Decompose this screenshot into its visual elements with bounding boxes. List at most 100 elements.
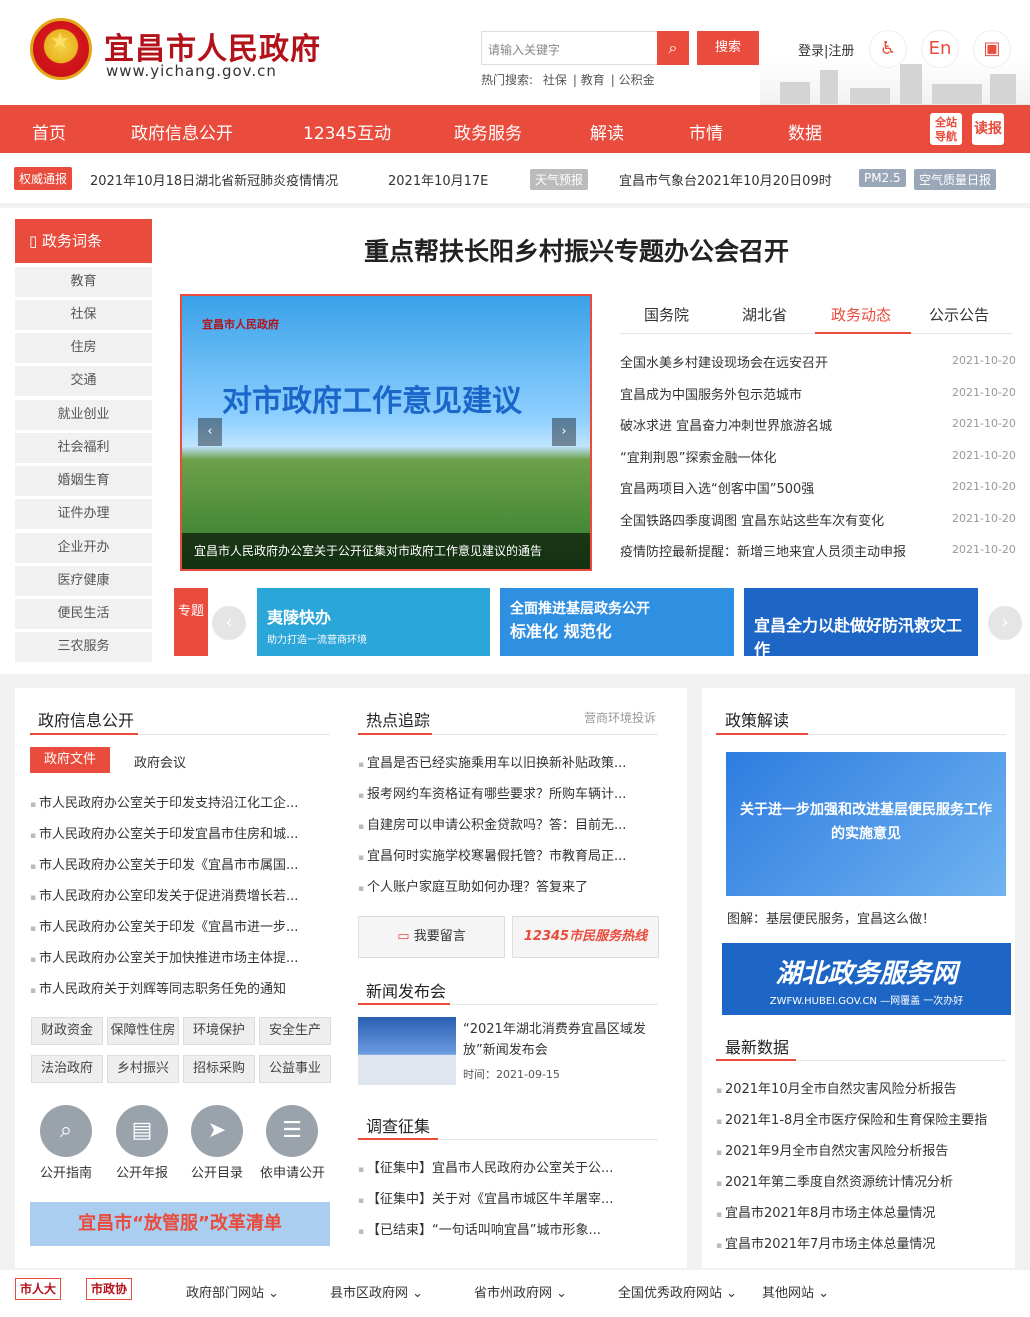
search-input[interactable]: 请输入关键字 — [481, 31, 657, 65]
hot-word[interactable]: 社保 — [543, 73, 567, 87]
search-icon[interactable]: ⌕ — [657, 31, 689, 65]
sidebar-item[interactable]: 就业创业 — [15, 400, 152, 430]
read-newspaper-button[interactable]: 读报 — [972, 113, 1004, 145]
topic-next-icon[interactable]: › — [988, 606, 1022, 640]
list-item[interactable]: 【征集中】宜昌市人民政府办公室关于公... — [358, 1157, 653, 1176]
catalog-label[interactable]: 公开目录 — [191, 1162, 243, 1181]
complaint-link[interactable]: 营商环境投诉 — [584, 709, 656, 726]
topic-banner[interactable]: 宜昌全力以赴做好防汛救灾工作 — [744, 588, 978, 659]
sidebar-item[interactable]: 婚姻生育 — [15, 466, 152, 496]
sidebar-item[interactable]: 证件办理 — [15, 499, 152, 529]
news-item[interactable]: 宜昌成为中国服务外包示范城市 — [620, 384, 802, 403]
category-tag[interactable]: 招标采购 — [183, 1055, 255, 1083]
sidebar-item[interactable]: 便民生活 — [15, 599, 152, 629]
category-tag[interactable]: 法治政府 — [31, 1055, 103, 1083]
list-item[interactable]: 市人民政府关于刘辉等同志职务任免的通知 — [30, 978, 325, 997]
catalog-icon[interactable]: ➤ — [191, 1105, 243, 1157]
sidebar-item[interactable]: 三农服务 — [15, 632, 152, 662]
site-nav-button[interactable]: 全站导航 — [930, 113, 962, 145]
hot-word[interactable]: 教育 — [581, 73, 605, 87]
topic-banner[interactable]: 夷陵快办 助力打造一流营商环境 — [257, 588, 490, 656]
tab-gov-news[interactable]: 政务动态 — [831, 304, 891, 325]
news-item[interactable]: 全国水美乡村建设现场会在远安召开 — [620, 352, 828, 371]
list-item[interactable]: 宜昌是否已经实施乘用车以旧换新补贴政策... — [358, 752, 653, 771]
apply-label[interactable]: 依申请公开 — [260, 1162, 325, 1181]
list-item[interactable]: 个人账户家庭互助如何办理？答复来了 — [358, 876, 653, 895]
list-item[interactable]: 2021年9月全市自然灾害风险分析报告 — [716, 1140, 1011, 1159]
footer-dropdown[interactable]: 全国优秀政府网站 ⌄ — [618, 1282, 737, 1301]
news-item[interactable]: 破冰求进 宜昌奋力冲刺世界旅游名城 — [620, 415, 832, 434]
list-item[interactable]: 市人民政府办公室关于加快推进市场主体提... — [30, 947, 325, 966]
list-item[interactable]: 2021年第二季度自然资源统计情况分析 — [716, 1171, 1011, 1190]
list-item[interactable]: 市人民政府办公室印发关于促进消费增长若... — [30, 885, 325, 904]
hubei-service-banner[interactable]: 湖北政务服务网 ZWFW.HUBEI.GOV.CN —网覆盖 一次办好 — [722, 943, 1011, 1015]
list-item[interactable]: 自建房可以申请公积金贷款吗？答：目前无... — [358, 814, 653, 833]
news-item[interactable]: 宜昌两项目入选“创客中国”500强 — [620, 478, 814, 497]
sidebar-item[interactable]: 社会福利 — [15, 433, 152, 463]
nav-data[interactable]: 数据 — [788, 119, 822, 144]
nav-city[interactable]: 市情 — [689, 119, 723, 144]
tab-gov-docs[interactable]: 政府文件 — [30, 747, 110, 773]
sidebar-item[interactable]: 交通 — [15, 366, 152, 396]
list-item[interactable]: 市人民政府办公室关于印发《宜昌市市属国... — [30, 854, 325, 873]
category-tag[interactable]: 环境保护 — [183, 1017, 255, 1045]
cppcc-logo[interactable]: 市政协 — [86, 1278, 133, 1300]
weather-text[interactable]: 宜昌市气象台2021年10月20日09时 — [619, 170, 832, 189]
annual-report-icon[interactable]: ▤ — [116, 1105, 168, 1157]
policy-graphic[interactable]: 关于进一步加强和改进基层便民服务工作的实施意见 — [726, 752, 1006, 896]
list-item[interactable]: 【已结束】“一句话叫响宜昌”城市形象... — [358, 1219, 653, 1238]
footer-dropdown[interactable]: 政府部门网站 ⌄ — [186, 1282, 279, 1301]
headline[interactable]: 重点帮扶长阳乡村振兴专题办公会召开 — [364, 232, 789, 268]
policy-caption[interactable]: 图解：基层便民服务，宜昌这么做！ — [727, 908, 935, 927]
news-item[interactable]: “宜荆荆恩”探索金融一体化 — [620, 447, 776, 466]
login-register-link[interactable]: 登录|注册 — [798, 40, 854, 59]
tab-notices[interactable]: 公示公告 — [929, 304, 989, 325]
tab-gov-meetings[interactable]: 政府会议 — [134, 752, 186, 771]
reform-list-banner[interactable]: 宜昌市“放管服”改革清单 — [30, 1202, 330, 1246]
list-item[interactable]: 2021年1-8月全市医疗保险和生育保险主要指 — [716, 1109, 1011, 1128]
list-item[interactable]: 宜昌市2021年8月市场主体总量情况 — [716, 1202, 1011, 1221]
air-quality-link[interactable]: 空气质量日报 — [914, 169, 997, 190]
category-tag[interactable]: 公益事业 — [259, 1055, 331, 1083]
guide-icon[interactable]: ⌕ — [40, 1105, 92, 1157]
sidebar-item[interactable]: 教育 — [15, 267, 152, 297]
accessibility-icon[interactable]: ♿ — [869, 30, 907, 68]
nav-interpretation[interactable]: 解读 — [590, 119, 624, 144]
leave-message-button[interactable]: ▭ 我要留言 — [358, 916, 505, 958]
sidebar-item[interactable]: 住房 — [15, 333, 152, 363]
npc-logo[interactable]: 市人大 — [15, 1278, 62, 1300]
carousel-caption[interactable]: 宜昌市人民政府办公室关于公开征集对市政府工作意见建议的通告 — [182, 533, 590, 569]
footer-dropdown[interactable]: 县市区政府网 ⌄ — [330, 1282, 423, 1301]
sidebar-item[interactable]: 企业开办 — [15, 533, 152, 563]
topic-banner[interactable]: 全面推进基层政务公开 标准化 规范化 — [500, 588, 734, 656]
topic-prev-icon[interactable]: ‹ — [212, 606, 246, 640]
pm25-badge[interactable]: PM2.5 — [859, 169, 906, 187]
elder-mode-icon[interactable]: ▣ — [973, 30, 1011, 68]
footer-dropdown[interactable]: 省市州政府网 ⌄ — [474, 1282, 567, 1301]
hot-word[interactable]: 公积金 — [619, 73, 655, 87]
apply-icon[interactable]: ☰ — [266, 1105, 318, 1157]
list-item[interactable]: 报考网约车资格证有哪些要求？所购车辆计... — [358, 783, 653, 802]
ticker-item[interactable]: 2021年10月17E — [388, 170, 506, 189]
news-item[interactable]: 疫情防控最新提醒：新增三地来宜人员须主动申报 — [620, 541, 906, 560]
list-item[interactable]: 市人民政府办公室关于印发《宜昌市进一步... — [30, 916, 325, 935]
press-photo[interactable] — [358, 1017, 456, 1085]
category-tag[interactable]: 安全生产 — [259, 1017, 331, 1045]
list-item[interactable]: 市人民政府办公室关于印发宜昌市住房和城... — [30, 823, 325, 842]
search-button[interactable]: 搜索 — [697, 31, 759, 65]
footer-dropdown[interactable]: 其他网站 ⌄ — [762, 1282, 829, 1301]
carousel-prev-icon[interactable]: ‹ — [198, 418, 222, 446]
annual-report-label[interactable]: 公开年报 — [116, 1162, 168, 1181]
list-item[interactable]: 市人民政府办公室关于印发支持沿江化工企... — [30, 792, 325, 811]
guide-label[interactable]: 公开指南 — [40, 1162, 92, 1181]
nav-services[interactable]: 政务服务 — [454, 119, 522, 144]
category-tag[interactable]: 乡村振兴 — [107, 1055, 179, 1083]
nav-12345[interactable]: 12345互动 — [303, 119, 391, 144]
category-tag[interactable]: 保障性住房 — [107, 1017, 179, 1045]
news-carousel[interactable]: 宜昌市人民政府 对市政府工作意见建议 ‹ › 宜昌市人民政府办公室关于公开征集对… — [180, 294, 592, 571]
nav-gov-info[interactable]: 政府信息公开 — [131, 119, 233, 144]
english-button[interactable]: En — [921, 30, 959, 68]
carousel-next-icon[interactable]: › — [552, 418, 576, 446]
nav-home[interactable]: 首页 — [32, 119, 66, 144]
tab-hubei[interactable]: 湖北省 — [742, 304, 787, 325]
